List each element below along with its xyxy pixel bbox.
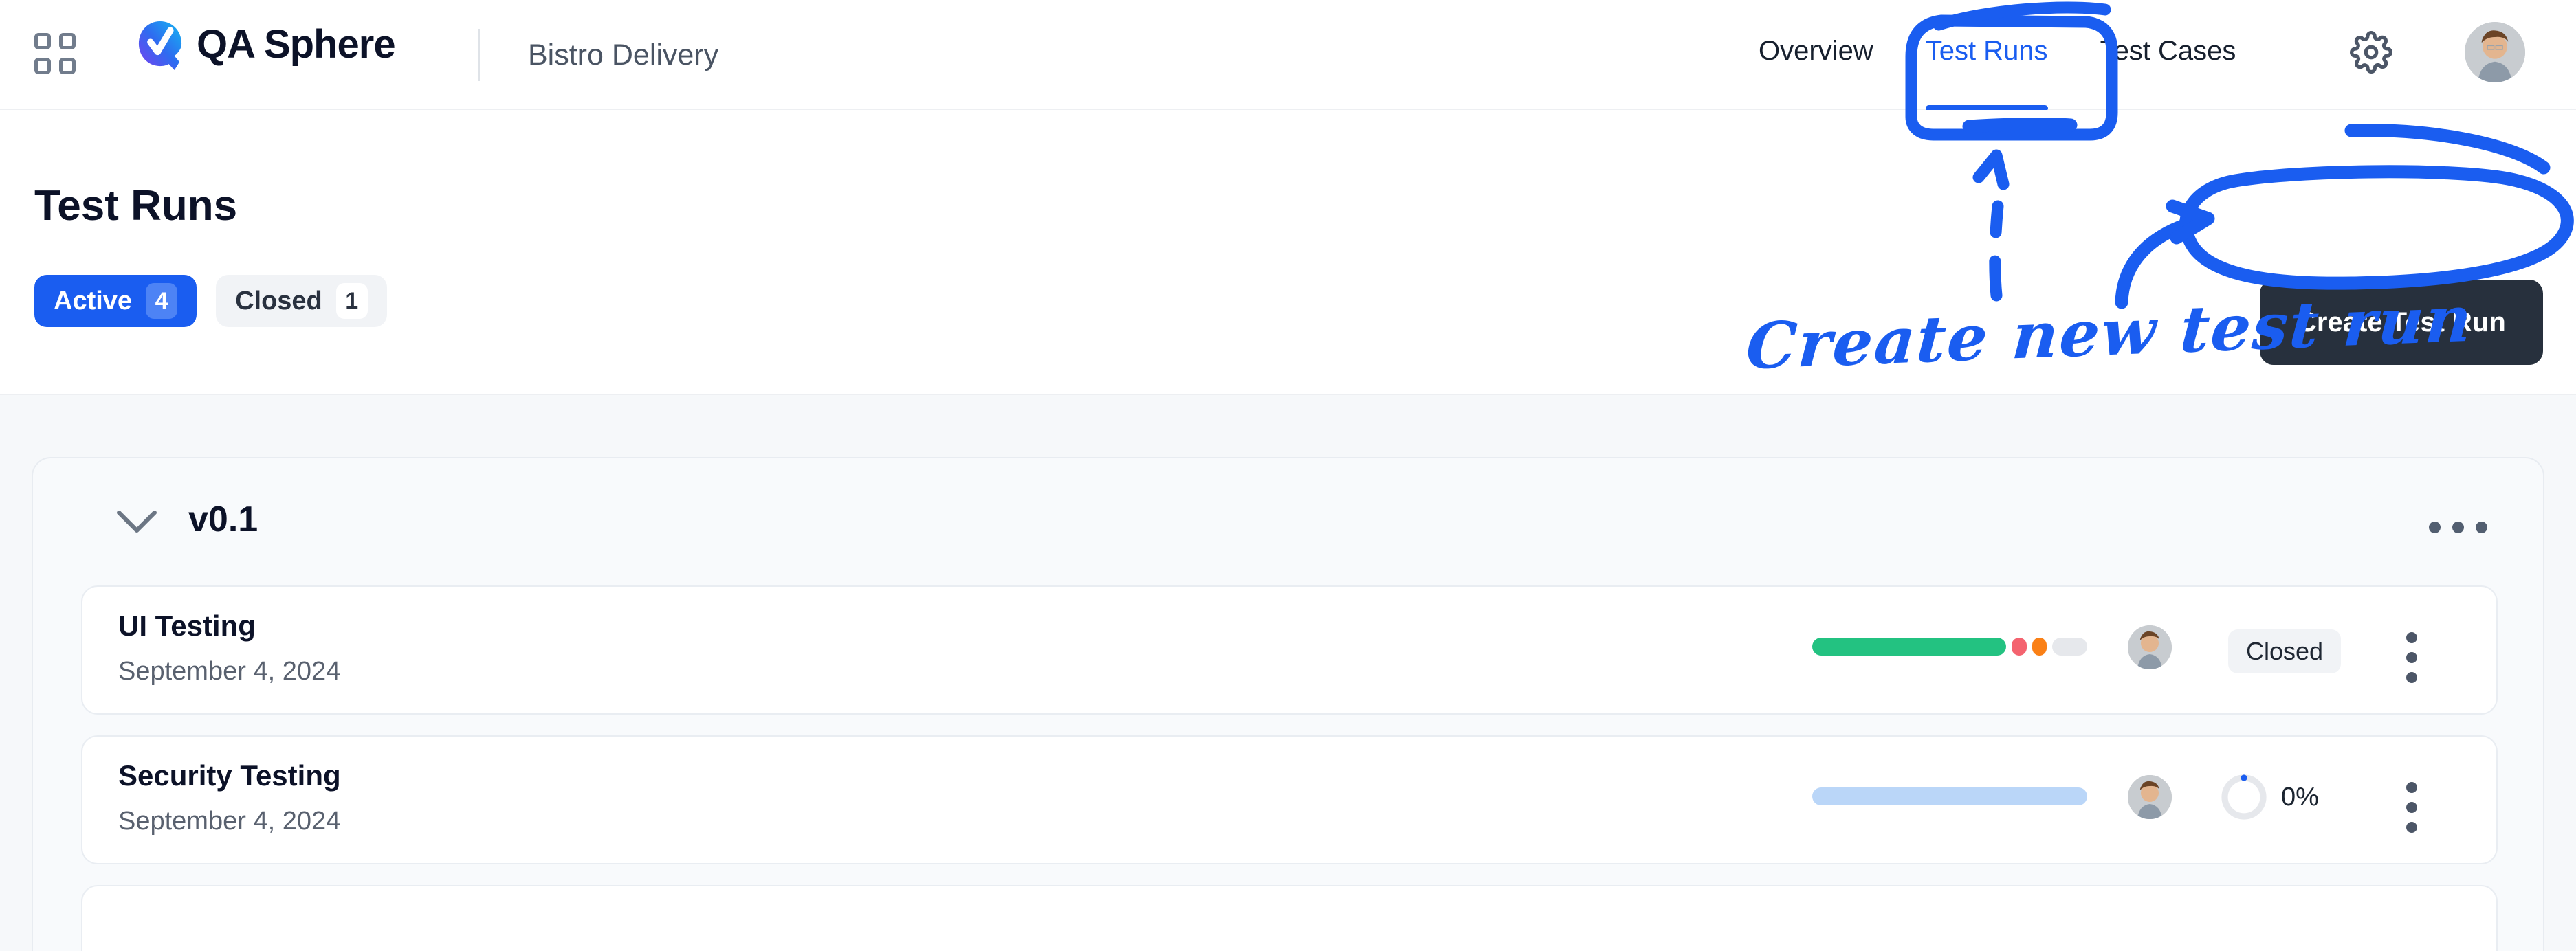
table-row[interactable]: UI Testing September 4, 2024 Closed [81,585,2498,715]
nav-item-test-cases[interactable]: Test Cases [2074,33,2263,69]
run-owner-avatar[interactable] [2128,775,2172,819]
run-percent-indicator: 0% [2219,772,2319,822]
run-date: September 4, 2024 [118,657,341,686]
progress-segment-blocked [2032,638,2047,656]
progress-segment-untested [1812,787,2087,805]
filter-tab-closed[interactable]: Closed 1 [216,275,387,327]
group-title: v0.1 [188,500,258,539]
progress-segment-passed [1812,638,2006,656]
group-header: v0.1 [33,458,2543,585]
page-title: Test Runs [34,182,238,230]
progress-ring-icon [2221,774,2267,820]
test-runs-list-area: v0.1 UI Testing September 4, 2024 Closed… [0,395,2576,951]
ellipsis-vertical-icon [2406,632,2417,643]
progress-segment-failed [2012,638,2027,656]
avatar[interactable] [2465,22,2525,82]
run-progress-bar [1812,787,2087,805]
app-window: QA Sphere Bistro Delivery Overview Test … [0,0,2576,951]
run-owner-avatar[interactable] [2128,625,2172,669]
run-date: September 4, 2024 [118,807,341,836]
run-percent-label: 0% [2281,783,2319,812]
row-menu-button[interactable] [2406,782,2417,833]
brand-name: QA Sphere [197,22,396,67]
chevron-down-icon[interactable] [115,508,158,535]
brand-logo[interactable]: QA Sphere [135,19,396,70]
filter-tab-active-count: 4 [146,283,178,319]
main-navigation: Overview Test Runs Test Cases [1732,33,2263,111]
header-divider [478,29,480,81]
gear-icon[interactable] [2350,31,2392,74]
filter-tab-closed-label: Closed [235,287,322,315]
nav-item-overview[interactable]: Overview [1732,33,1900,69]
nav-item-test-runs[interactable]: Test Runs [1900,33,2074,111]
avatar-image [2128,625,2172,669]
group-menu-button[interactable] [2429,522,2487,533]
filter-tab-active[interactable]: Active 4 [34,275,197,327]
filter-tab-active-label: Active [54,287,133,315]
status-badge: Closed [2228,629,2342,673]
progress-segment-untested [2052,638,2088,656]
ellipsis-vertical-icon [2406,782,2417,793]
qa-sphere-logo-icon [138,21,182,70]
table-row[interactable]: Security Testing September 4, 2024 0% [81,735,2498,864]
avatar-image [2465,22,2525,82]
grid-apps-icon[interactable] [34,33,76,76]
run-progress-bar [1812,638,2088,656]
run-name: Security Testing [118,759,341,792]
table-row[interactable] [81,885,2498,951]
top-header-bar: QA Sphere Bistro Delivery Overview Test … [0,0,2576,111]
project-name: Bistro Delivery [528,38,719,71]
run-name: UI Testing [118,609,256,642]
status-filter-tabs: Active 4 Closed 1 [34,275,387,327]
avatar-image [2128,775,2172,819]
row-menu-button[interactable] [2406,632,2417,683]
filter-tab-closed-count: 1 [335,283,368,319]
test-run-group-v01: v0.1 UI Testing September 4, 2024 Closed… [32,457,2544,951]
ellipsis-horizontal-icon [2429,522,2441,533]
